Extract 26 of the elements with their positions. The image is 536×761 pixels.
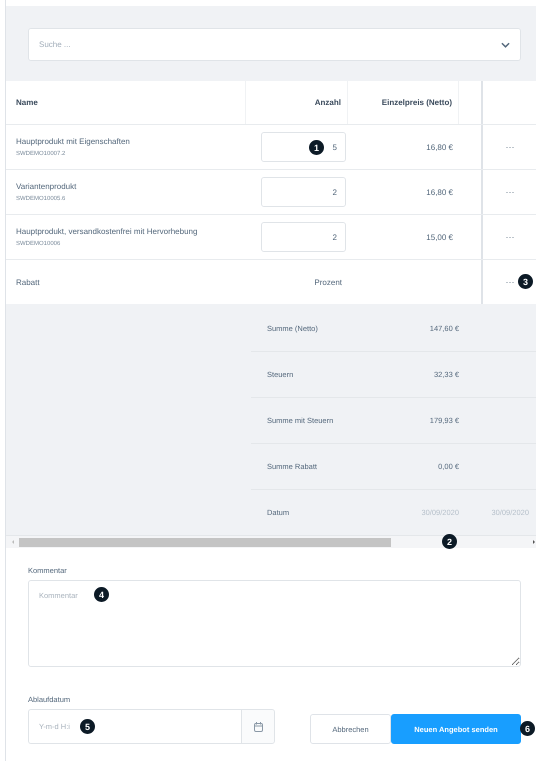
discount-label: Rabatt [16, 278, 40, 286]
actions-menu[interactable]: ··· [506, 187, 514, 197]
discount-type[interactable]: Prozent [314, 278, 342, 286]
unit-price: 15,00 € [426, 232, 453, 242]
quantity-input[interactable]: 2 [261, 222, 346, 252]
number-badge: 3 [518, 274, 533, 289]
unit-price: 16,80 € [426, 188, 453, 196]
number-badge: 6 [520, 721, 535, 736]
actions-menu[interactable]: ··· [506, 277, 514, 287]
actions-menu[interactable]: ··· [506, 232, 514, 242]
quantity-input[interactable]: 2 [261, 177, 346, 207]
actions-menu[interactable]: ··· [506, 142, 514, 152]
unit-price: 16,80 € [426, 142, 453, 152]
product-name: Variantenprodukt [16, 182, 76, 191]
chevron-down-icon [501, 42, 510, 48]
column-header: Name [16, 98, 38, 107]
search-select[interactable]: Suche ... [28, 28, 521, 61]
horizontal-scrollbar[interactable]: 2 [6, 535, 536, 548]
column-header: Anzahl [314, 98, 341, 107]
number-badge: 2 [442, 534, 457, 549]
product-name: Hauptprodukt, versandkostenfrei mit Hervorhebung [16, 227, 198, 236]
calendar-button[interactable] [241, 709, 275, 744]
product-name: Hauptprodukt mit Eigenschaften [16, 137, 130, 146]
number-badge: 1 [309, 140, 324, 155]
column-header: Einzelpreis (Netto) [382, 98, 452, 107]
calendar-icon [254, 722, 262, 732]
